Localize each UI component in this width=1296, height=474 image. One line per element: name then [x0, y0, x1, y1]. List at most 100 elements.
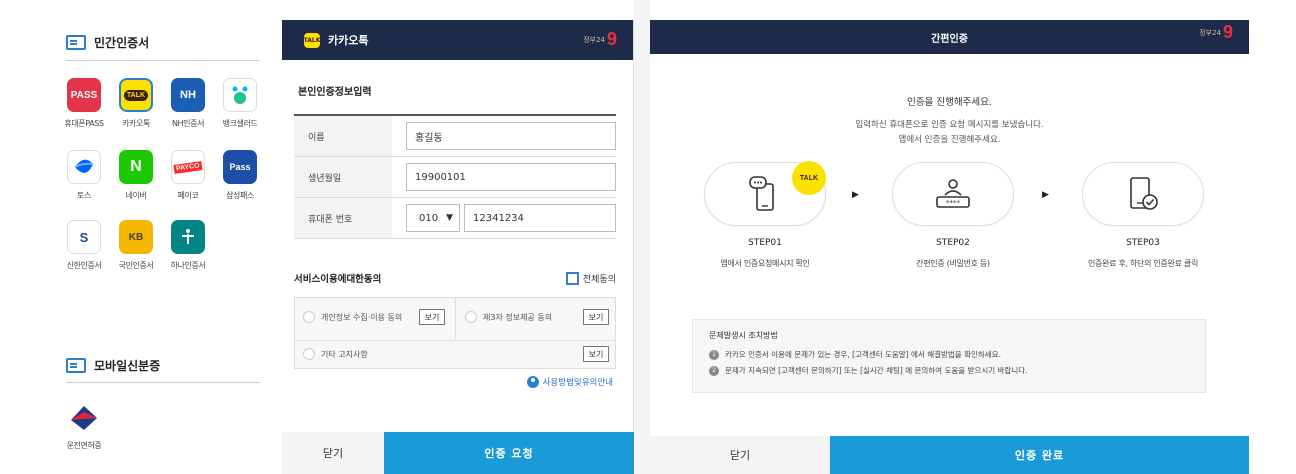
agree-privacy[interactable]: 개인정보 수집·이용 동의 — [303, 311, 402, 323]
identity-form: 이름 홍길동 생년월일 19900101 휴대폰 번호 010 ▼ 123412… — [294, 114, 616, 239]
step1-label: STEP01 — [748, 238, 782, 248]
auth-complete-button[interactable]: 인증 완료 — [830, 436, 1249, 474]
app-driver-license[interactable]: 운전면허증 — [60, 400, 108, 451]
phone-prefix-value: 010 — [419, 212, 439, 224]
notice-title: 문제발생시 조치방법 — [709, 331, 778, 340]
agree-etc-label: 기타 고지사항 — [321, 349, 368, 359]
app-banksalad[interactable]: 뱅크샐러드 — [216, 78, 264, 129]
app-label: 네이버 — [125, 191, 147, 200]
app-shinhan[interactable]: S 신한인증서 — [60, 220, 108, 271]
app-label: 하나인증서 — [170, 261, 206, 270]
app-label: 토스 — [77, 191, 91, 200]
usage-guide-link[interactable]: 사용방법및유의안내 — [526, 376, 613, 388]
agreement-title: 서비스이용에대한동의 — [294, 274, 382, 285]
simple-auth-dialog: 간편인증 정부24 9 인증을 진행해주세요. 입력하신 휴대폰으로 인증 요청… — [650, 20, 1249, 474]
troubleshoot-notice: 문제발생시 조치방법 1 카카오 인증서 이용에 문제가 있는 경우, [고객센… — [692, 319, 1206, 393]
divider — [455, 298, 456, 340]
brand-text: 정부24 — [583, 35, 605, 44]
name-label: 이름 — [294, 116, 392, 156]
step2-label: STEP02 — [936, 238, 970, 248]
app-payco[interactable]: PAYCO 페이코 — [164, 150, 212, 201]
brand-text: 정부24 — [1199, 28, 1221, 37]
app-label: 국민인증서 — [118, 261, 154, 270]
dialog-header: TALK 카카오톡 정부24 9 — [282, 20, 633, 60]
private-cert-title: 민간인증서 — [94, 36, 150, 50]
app-toss[interactable]: 토스 — [60, 150, 108, 201]
instruction-text: 입력하신 휴대폰으로 인증 요청 메시지를 보냈습니다. 앱에서 인증을 진행해… — [650, 118, 1249, 148]
arrow-right-icon: ▶ — [1042, 190, 1049, 200]
usage-guide-label: 사용방법및유의안내 — [542, 378, 613, 388]
radio-icon — [465, 311, 477, 323]
dialog-footer: 닫기 인증 요청 — [282, 432, 634, 474]
phone-message-icon — [749, 176, 774, 211]
step3-pill — [1082, 162, 1204, 226]
payco-icon: PAYCO — [171, 150, 205, 184]
person-icon — [526, 376, 539, 388]
phone-input[interactable]: 12341234 — [464, 204, 616, 232]
shinhan-icon: S — [67, 220, 101, 254]
instruction-line-1: 입력하신 휴대폰으로 인증 요청 메시지를 보냈습니다. — [855, 120, 1044, 130]
arrow-right-icon: ▶ — [852, 190, 859, 200]
app-label: 삼성패스 — [226, 191, 254, 200]
app-kakaotalk[interactable]: TALK 카카오톡 — [112, 78, 160, 129]
form-title: 본인인증정보입력 — [298, 87, 372, 98]
app-samsungpass[interactable]: Pass 삼성패스 — [216, 150, 264, 201]
step3-desc: 인증완료 후, 하단의 인증완료 클릭 — [1087, 259, 1199, 268]
birth-input[interactable]: 19900101 — [406, 163, 616, 191]
phone-prefix-select[interactable]: 010 ▼ — [406, 204, 460, 232]
id-card-icon — [66, 358, 86, 373]
step2-desc: 간편인증 (비밀번호 등) — [916, 259, 990, 268]
pass-icon: PASS — [67, 78, 101, 112]
app-label: 휴대폰PASS — [64, 119, 104, 128]
close-button[interactable]: 닫기 — [650, 436, 830, 474]
kb-icon: KB — [119, 220, 153, 254]
gov24-logo: 정부24 9 — [1199, 22, 1233, 43]
agree-third-party[interactable]: 제3자 정보제공 동의 — [465, 311, 552, 323]
name-row: 이름 홍길동 — [294, 116, 616, 157]
agreement-box: 개인정보 수집·이용 동의 보기 제3자 정보제공 동의 보기 기타 고지사항 … — [294, 297, 616, 369]
divider — [295, 340, 615, 341]
number-1-icon: 1 — [709, 349, 719, 360]
view-privacy-button[interactable]: 보기 — [419, 309, 445, 325]
samsung-pass-icon: Pass — [223, 150, 257, 184]
view-etc-button[interactable]: 보기 — [583, 346, 609, 362]
nh-icon: NH — [171, 78, 205, 112]
agree-third-party-label: 제3자 정보제공 동의 — [483, 312, 553, 322]
mobile-id-header: 모바일신분증 — [66, 357, 160, 374]
certificate-icon — [66, 35, 86, 50]
dialog-header: 간편인증 정부24 9 — [650, 20, 1249, 54]
private-cert-header: 민간인증서 — [66, 34, 149, 51]
phone-label: 휴대폰 번호 — [294, 198, 392, 238]
agree-all-checkbox[interactable]: 전체동의 — [565, 271, 616, 285]
agree-privacy-label: 개인정보 수집·이용 동의 — [321, 312, 403, 322]
app-label: 페이코 — [177, 191, 199, 200]
notice-text-2: 문제가 지속되면 [고객센터 문의하기] 또는 [실시간 채팅] 에 문의하여 … — [725, 366, 1028, 375]
section-divider — [66, 60, 260, 61]
gov24-logo: 정부24 9 — [583, 29, 617, 50]
notice-text-1: 카카오 인증서 이용에 문제가 있는 경우, [고객센터 도움말] 에서 해결방… — [725, 350, 1001, 359]
birth-label: 생년월일 — [294, 157, 392, 197]
kakaotalk-badge-icon: TALK — [792, 161, 826, 195]
close-button[interactable]: 닫기 — [282, 432, 384, 474]
banksalad-icon — [223, 78, 257, 112]
name-input[interactable]: 홍길동 — [406, 122, 616, 150]
driver-license-icon — [67, 400, 101, 434]
app-nh[interactable]: NH NH인증서 — [164, 78, 212, 129]
phone-check-icon — [1130, 177, 1158, 210]
dialog-title: 카카오톡 — [328, 34, 369, 47]
app-hana[interactable]: 하나인증서 — [164, 220, 212, 271]
mobile-id-title: 모바일신분증 — [94, 359, 161, 373]
request-auth-button[interactable]: 인증 요청 — [384, 432, 634, 474]
instruction-title: 인증을 진행해주세요. — [907, 97, 992, 108]
agree-etc[interactable]: 기타 고지사항 — [303, 348, 368, 360]
agreement-header: 서비스이용에대한동의 전체동의 — [294, 271, 616, 285]
instruction-line-2: 앱에서 인증을 진행해주세요. — [898, 135, 1001, 145]
app-kb[interactable]: KB 국민인증서 — [112, 220, 160, 271]
certificate-list-panel: 민간인증서 PASS 휴대폰PASS TALK 카카오톡 NH NH인증서 뱅크… — [0, 0, 282, 474]
view-third-party-button[interactable]: 보기 — [583, 309, 609, 325]
kakaotalk-icon: TALK — [304, 32, 320, 48]
app-naver[interactable]: N 네이버 — [112, 150, 160, 201]
app-pass[interactable]: PASS 휴대폰PASS — [60, 78, 108, 129]
notice-line: 2 문제가 지속되면 [고객센터 문의하기] 또는 [실시간 채팅] 에 문의하… — [709, 365, 1189, 376]
hana-icon — [171, 220, 205, 254]
